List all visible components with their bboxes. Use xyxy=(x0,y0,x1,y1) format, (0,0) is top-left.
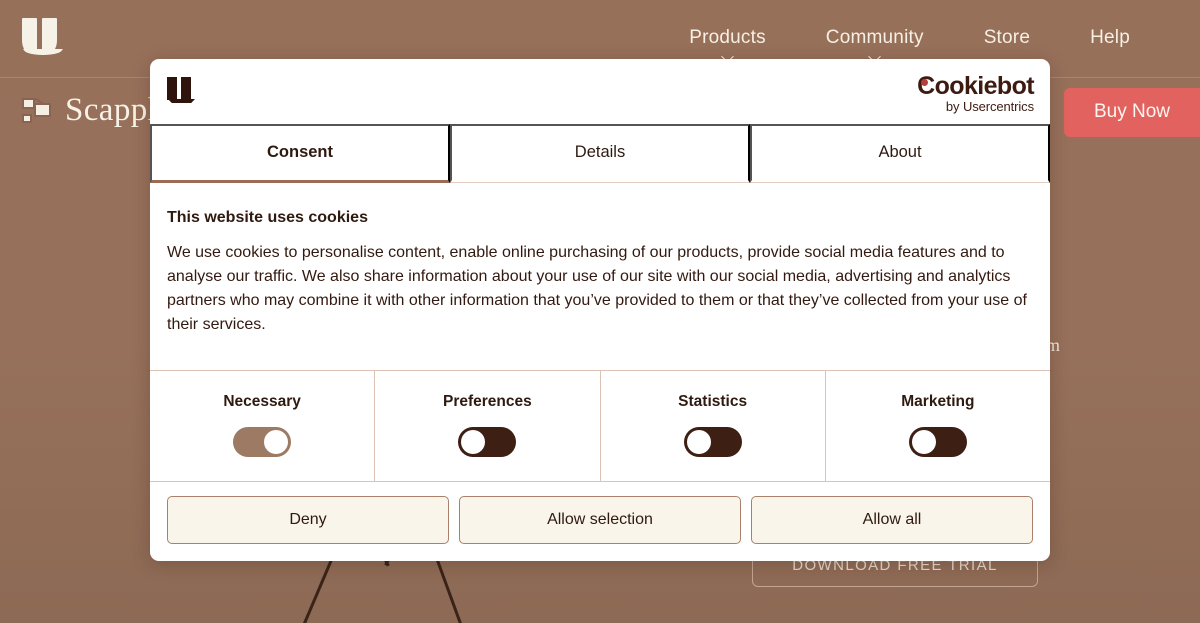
nav-item-community[interactable]: Community xyxy=(796,26,954,59)
node-box-3 xyxy=(22,113,32,123)
nav-links: Products Community Store Help xyxy=(659,26,1160,59)
buy-now-button[interactable]: Buy Now xyxy=(1063,88,1200,137)
cookie-consent-dialog: Cookiebot by Usercentrics Consent Detail… xyxy=(150,59,1050,561)
category-preferences-label: Preferences xyxy=(442,393,532,410)
category-preferences: Preferences xyxy=(375,371,601,481)
consent-categories: Necessary Preferences Statistics Marketi… xyxy=(150,370,1050,482)
dialog-body: This website uses cookies We use cookies… xyxy=(150,183,1050,370)
toggle-knob xyxy=(461,430,486,454)
dialog-heading: This website uses cookies xyxy=(167,209,368,226)
category-necessary-label: Necessary xyxy=(223,393,301,410)
dialog-description: We use cookies to personalise content, e… xyxy=(167,244,1027,333)
dialog-actions: Deny Allow selection Allow all xyxy=(150,482,1050,561)
dialog-tabs: Consent Details About xyxy=(150,124,1050,183)
nav-item-store-label: Store xyxy=(983,27,1031,48)
nav-item-products-label: Products xyxy=(689,27,766,48)
category-marketing: Marketing xyxy=(826,371,1050,481)
cookiebot-wordmark: Cookiebot xyxy=(917,73,1034,99)
toggle-statistics[interactable] xyxy=(683,427,742,457)
allow-all-button[interactable]: Allow all xyxy=(751,496,1033,544)
allow-selection-button[interactable]: Allow selection xyxy=(459,496,741,544)
chevron-down-icon xyxy=(869,52,881,59)
book-page-left xyxy=(22,18,37,52)
dialog-header: Cookiebot by Usercentrics xyxy=(150,59,1050,124)
nav-item-products[interactable]: Products xyxy=(659,26,796,59)
book-base xyxy=(168,99,195,103)
cookiebot-tagline: by Usercentrics xyxy=(945,99,1034,114)
category-marketing-label: Marketing xyxy=(901,393,975,410)
nav-item-store[interactable]: Store xyxy=(954,26,1060,50)
tab-about[interactable]: About xyxy=(750,124,1050,183)
literature-and-latte-book-icon xyxy=(167,77,196,104)
toggle-preferences[interactable] xyxy=(458,427,517,457)
nav-item-help-label: Help xyxy=(1090,27,1130,48)
cookiebot-logo: Cookiebot by Usercentrics xyxy=(917,73,1034,114)
book-base xyxy=(23,49,63,55)
book-page-left xyxy=(167,77,177,100)
toggle-knob xyxy=(911,430,936,454)
toggle-knob xyxy=(686,430,711,454)
chevron-down-icon xyxy=(722,52,734,59)
category-statistics: Statistics xyxy=(601,371,826,481)
toggle-knob xyxy=(264,430,289,454)
cookiebot-dot-icon xyxy=(920,79,928,86)
book-page-right xyxy=(181,77,191,100)
category-necessary: Necessary xyxy=(150,371,376,481)
toggle-marketing[interactable] xyxy=(908,427,967,457)
nav-item-help[interactable]: Help xyxy=(1060,26,1160,50)
toggle-necessary[interactable] xyxy=(233,427,292,457)
cookiebot-name: Cookiebot xyxy=(917,72,1034,100)
literature-and-latte-book-icon[interactable] xyxy=(22,18,64,58)
scapple-nodes-icon xyxy=(22,96,52,126)
category-statistics-label: Statistics xyxy=(678,393,748,410)
tab-consent[interactable]: Consent xyxy=(150,124,450,183)
node-box-2 xyxy=(34,102,51,117)
book-page-right xyxy=(42,18,57,52)
nav-item-community-label: Community xyxy=(825,27,924,48)
tab-details[interactable]: Details xyxy=(450,124,750,183)
deny-button[interactable]: Deny xyxy=(167,496,449,544)
